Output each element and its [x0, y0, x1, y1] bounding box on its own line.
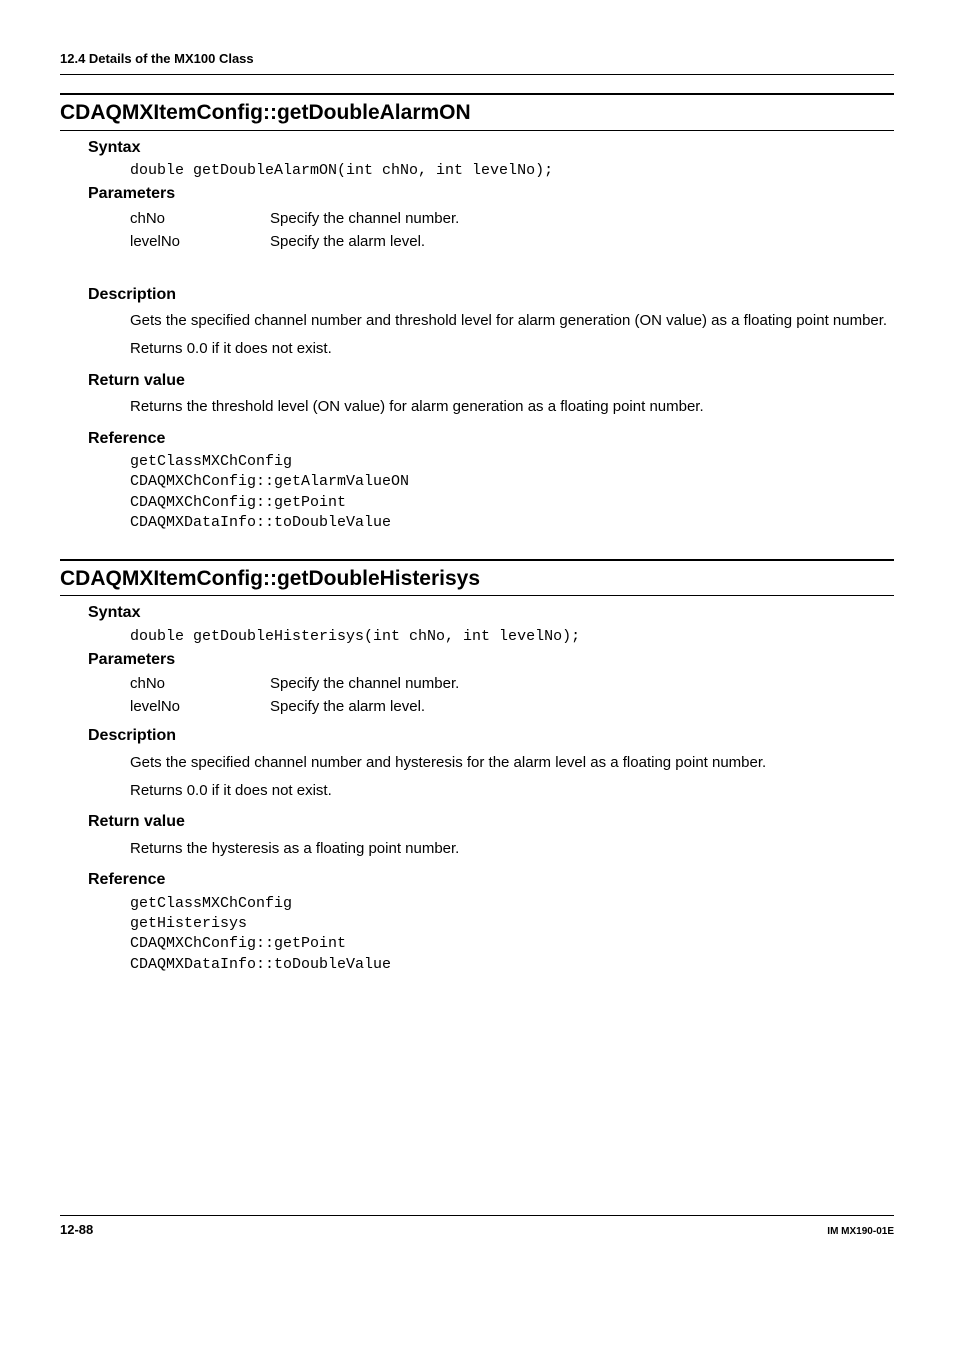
- parameters-heading: Parameters: [88, 649, 894, 671]
- description-heading: Description: [88, 725, 894, 747]
- description-heading: Description: [88, 284, 894, 306]
- reference-heading: Reference: [88, 869, 894, 891]
- rule: [60, 595, 894, 596]
- param-name: chNo: [130, 673, 270, 694]
- rule: [60, 93, 894, 95]
- param-desc: Specify the channel number.: [270, 673, 459, 694]
- description-text: Gets the specified channel number and th…: [130, 309, 894, 334]
- description-text: Returns 0.0 if it does not exist.: [130, 779, 894, 804]
- syntax-code: double getDoubleAlarmON(int chNo, int le…: [130, 161, 894, 181]
- page-footer: 12-88 IM MX190-01E: [60, 1215, 894, 1239]
- param-row: chNo Specify the channel number.: [130, 673, 894, 694]
- document-id: IM MX190-01E: [827, 1225, 894, 1239]
- reference-code: getClassMXChConfig CDAQMXChConfig::getAl…: [130, 452, 894, 533]
- description-text: Returns 0.0 if it does not exist.: [130, 337, 894, 362]
- param-row: levelNo Specify the alarm level.: [130, 696, 894, 717]
- rule: [60, 130, 894, 131]
- page-number: 12-88: [60, 1221, 93, 1239]
- method-title: CDAQMXItemConfig::getDoubleHisterisys: [60, 564, 894, 593]
- param-name: levelNo: [130, 696, 270, 717]
- rule: [60, 74, 894, 75]
- syntax-heading: Syntax: [88, 602, 894, 624]
- param-desc: Specify the alarm level.: [270, 231, 425, 252]
- syntax-code: double getDoubleHisterisys(int chNo, int…: [130, 627, 894, 647]
- return-heading: Return value: [88, 811, 894, 833]
- return-text: Returns the threshold level (ON value) f…: [130, 395, 894, 420]
- rule: [60, 559, 894, 561]
- param-desc: Specify the alarm level.: [270, 696, 425, 717]
- syntax-heading: Syntax: [88, 137, 894, 159]
- return-text: Returns the hysteresis as a floating poi…: [130, 837, 894, 862]
- reference-code: getClassMXChConfig getHisterisys CDAQMXC…: [130, 894, 894, 975]
- description-text: Gets the specified channel number and hy…: [130, 751, 894, 776]
- method-title: CDAQMXItemConfig::getDoubleAlarmON: [60, 98, 894, 127]
- section-header: 12.4 Details of the MX100 Class: [60, 50, 894, 68]
- param-name: levelNo: [130, 231, 270, 252]
- parameters-heading: Parameters: [88, 183, 894, 205]
- param-row: levelNo Specify the alarm level.: [130, 231, 894, 252]
- return-heading: Return value: [88, 370, 894, 392]
- param-row: chNo Specify the channel number.: [130, 208, 894, 229]
- param-name: chNo: [130, 208, 270, 229]
- reference-heading: Reference: [88, 428, 894, 450]
- param-desc: Specify the channel number.: [270, 208, 459, 229]
